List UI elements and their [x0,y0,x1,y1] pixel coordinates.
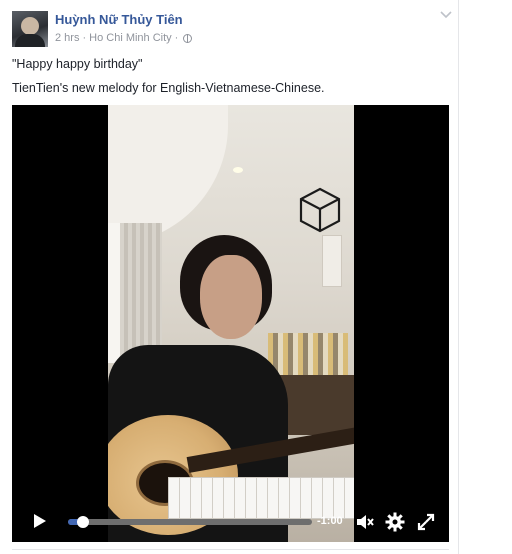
post-caption-line1: "Happy happy birthday" [12,57,143,71]
post-location[interactable]: Ho Chi Minh City [89,32,172,44]
video-frame[interactable] [108,105,354,542]
post-meta: 2 hrs · Ho Chi Minh City · [55,32,193,44]
meta-separator: · [82,32,87,44]
shelf [278,375,354,435]
globe-icon[interactable] [183,33,193,43]
expand-icon[interactable] [416,512,436,532]
feed-post: Huỳnh Nữ Thủy Tiên 2 hrs · Ho Chi Minh C… [0,0,512,554]
avatar-body [15,34,45,47]
progress-track[interactable] [68,516,312,528]
video-player[interactable]: -1:00 [12,105,449,542]
author-avatar[interactable] [12,11,48,47]
wall-poster [322,235,342,287]
time-remaining: -1:00 [317,515,343,527]
video-controls: -1:00 [12,506,449,542]
volume-mute-icon[interactable] [355,513,375,531]
gear-icon[interactable] [385,512,405,532]
video-scene-curtain [120,223,162,363]
person-face [200,255,262,339]
wall-cube-decor [299,187,341,233]
meta-separator-2: · [174,32,179,44]
chevron-down-icon[interactable] [440,10,452,20]
post-divider [12,549,449,550]
avatar-head [21,17,39,35]
video-scene-light [233,167,243,173]
author-name-link[interactable]: Huỳnh Nữ Thủy Tiên [55,12,183,27]
shelf-items [268,333,348,375]
post-caption-line2: TienTien's new melody for English-Vietna… [12,81,325,95]
play-icon[interactable] [34,514,46,528]
post-timestamp[interactable]: 2 hrs [55,32,79,44]
post-border [458,0,459,554]
progress-thumb[interactable] [76,516,89,528]
